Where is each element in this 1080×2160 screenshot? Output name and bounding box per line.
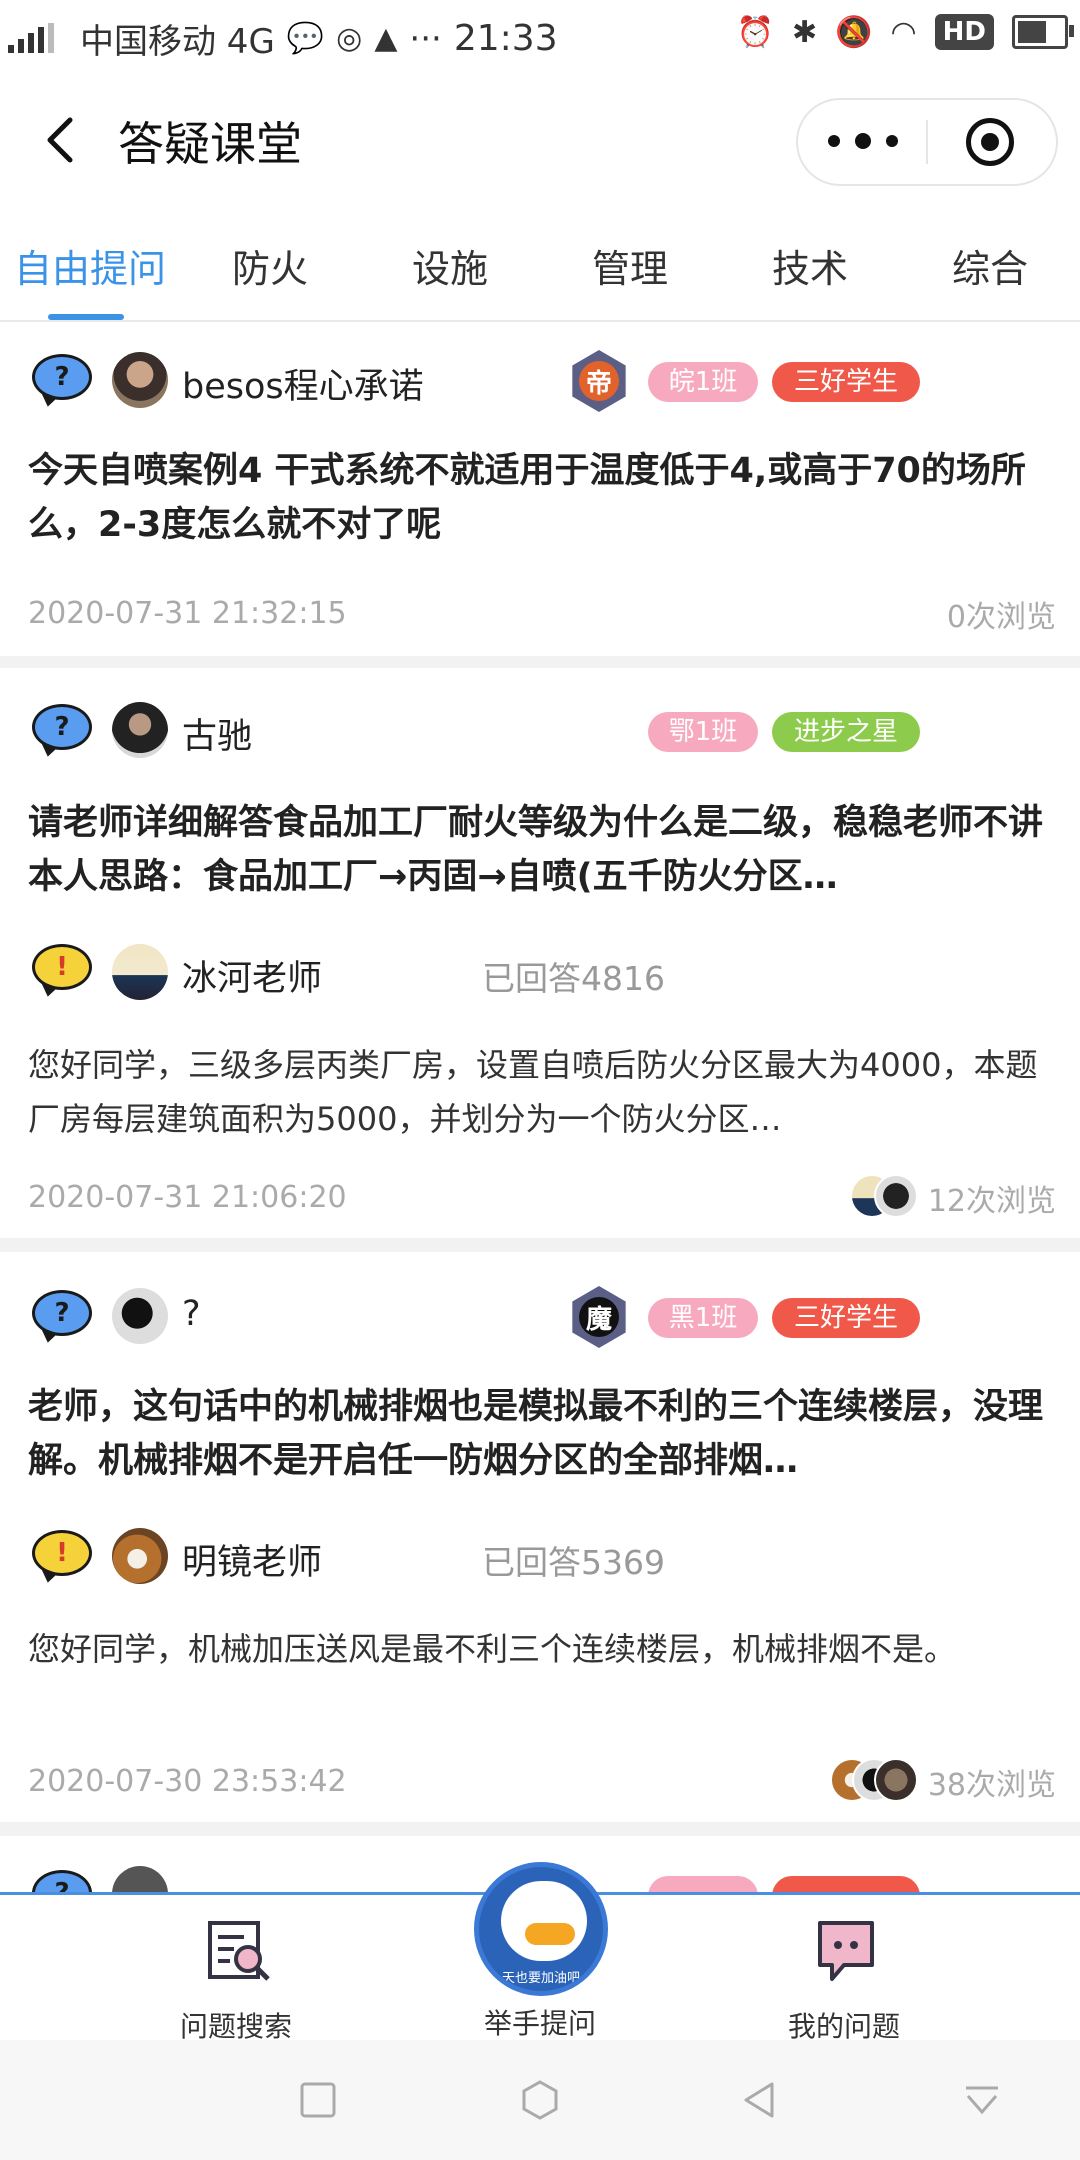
- post-date: 2020-07-30 23:53:42: [28, 1764, 347, 1799]
- wifi-icon: ◠: [890, 14, 917, 50]
- answered-count: 已回答5369: [482, 1543, 665, 1582]
- battery-icon: [1012, 15, 1074, 49]
- teacher-name[interactable]: 冰河老师: [182, 950, 322, 1001]
- post-date: 2020-07-31 21:06:20: [28, 1180, 347, 1215]
- class-tag: 黑1班: [648, 1298, 758, 1338]
- avatar[interactable]: [112, 352, 168, 408]
- home-icon[interactable]: [518, 2078, 562, 2122]
- chat-bubble-icon: [818, 1921, 874, 1981]
- answered-count: 已回答4816: [482, 959, 665, 998]
- page-title: 答疑课堂: [118, 117, 302, 171]
- question-icon: ?: [32, 354, 94, 409]
- view-count: 38次浏览: [927, 1768, 1056, 1803]
- honor-tag: 三好学生: [772, 1298, 920, 1338]
- asker-name[interactable]: 古驰: [182, 708, 252, 759]
- question-card[interactable]: ? 古驰 鄂1班 进步之星 请老师详细解答食品加工厂耐火等级为什么是二级，稳稳老…: [0, 668, 1080, 1238]
- signal-icon: [8, 21, 68, 57]
- status-bar: 中国移动 4G 💬 ◎ ▲ ··· 21:33 ⏰ ✱ 🔕 ◠ HD: [0, 0, 1080, 72]
- answer-text[interactable]: 您好同学，机械加压送风是最不利三个连续楼层，机械排烟不是。: [28, 1622, 1052, 1676]
- answer-text[interactable]: 您好同学，三级多层丙类厂房，设置自喷后防火分区最大为4000，本题厂房每层建筑面…: [28, 1038, 1052, 1146]
- viewer-avatar: [874, 1758, 918, 1802]
- medal-badge: 魔: [564, 1282, 634, 1352]
- qq-icon: ▲: [374, 21, 398, 56]
- tab-technology[interactable]: 技术: [772, 238, 848, 293]
- miniprogram-capsule: [796, 98, 1058, 186]
- back-icon[interactable]: [738, 2078, 782, 2122]
- duck-avatar-icon: [501, 1881, 587, 1961]
- tab-fire-prevention[interactable]: 防火: [232, 238, 308, 293]
- question-icon: ?: [32, 704, 94, 759]
- status-time: 21:33: [453, 18, 558, 59]
- wechat-icon: ◎: [336, 21, 363, 56]
- category-tabs: 自由提问 防火 设施 管理 技术 综合: [0, 208, 1080, 322]
- tab-free-question[interactable]: 自由提问: [14, 238, 166, 293]
- question-text[interactable]: 请老师详细解答食品加工厂耐火等级为什么是二级，稳稳老师不讲 本人思路：食品加工厂…: [28, 796, 1052, 904]
- recent-apps-icon[interactable]: [296, 2078, 340, 2122]
- view-count: 12次浏览: [927, 1184, 1056, 1219]
- tab-management[interactable]: 管理: [592, 238, 668, 293]
- avatar[interactable]: [112, 702, 168, 758]
- teacher-name[interactable]: 明镜老师: [182, 1534, 322, 1585]
- nav-label: 问题搜索: [179, 2010, 292, 2043]
- answer-icon: !: [32, 1530, 94, 1585]
- post-date: 2020-07-31 21:32:15: [28, 596, 347, 631]
- honor-tag: 进步之星: [772, 712, 920, 752]
- teacher-avatar[interactable]: [112, 1528, 168, 1584]
- answer-icon: !: [32, 944, 94, 999]
- question-card[interactable]: ? ? 魔 黑1班 三好学生 老师，这句话中的机械排烟也是模拟最不利的三个连续楼…: [0, 1252, 1080, 1822]
- message-icon: 💬: [286, 21, 325, 56]
- medal-badge: 帝: [564, 346, 634, 416]
- system-navigation-bar: [0, 2040, 1080, 2160]
- question-card[interactable]: ? besos程心承诺 帝 皖1班 三好学生 今天自喷案例4 干式系统不就适用于…: [0, 322, 1080, 656]
- asker-name[interactable]: besos程心承诺: [182, 358, 424, 409]
- alarm-icon: ⏰: [736, 14, 774, 50]
- tab-facilities[interactable]: 设施: [412, 238, 488, 293]
- question-text[interactable]: 今天自喷案例4 干式系统不就适用于温度低于4,或高于70的场所么，2-3度怎么就…: [28, 444, 1052, 552]
- nav-label: 举手提问: [483, 2007, 596, 2040]
- teacher-avatar[interactable]: [112, 944, 168, 1000]
- tab-comprehensive[interactable]: 综合: [952, 238, 1028, 293]
- title-bar: 答疑课堂: [0, 72, 1080, 208]
- more-notifications-icon: ···: [409, 18, 442, 59]
- search-document-icon: [208, 1921, 270, 1981]
- hd-badge: HD: [934, 14, 994, 50]
- active-tab-indicator: [48, 314, 124, 320]
- asker-name[interactable]: ?: [182, 1294, 201, 1334]
- class-tag: 鄂1班: [648, 712, 758, 752]
- back-arrow-icon[interactable]: [36, 112, 92, 168]
- viewer-avatar: [874, 1174, 918, 1218]
- raise-hand-ask-button[interactable]: 天也要加油吧: [474, 1862, 608, 1996]
- view-count: 0次浏览: [946, 600, 1056, 635]
- close-miniprogram-icon[interactable]: [966, 118, 1014, 166]
- mute-icon: 🔕: [835, 14, 873, 50]
- class-tag: 皖1班: [648, 362, 758, 402]
- question-icon: ?: [32, 1290, 94, 1345]
- question-text[interactable]: 老师，这句话中的机械排烟也是模拟最不利的三个连续楼层，没理解。机械排烟不是开启任…: [28, 1380, 1052, 1488]
- avatar[interactable]: [112, 1288, 168, 1344]
- bluetooth-icon: ✱: [791, 14, 818, 50]
- nav-label: 我的问题: [787, 2010, 900, 2043]
- ask-avatar-caption: 天也要加油吧: [501, 1971, 580, 1986]
- honor-tag: 三好学生: [772, 362, 920, 402]
- more-options-icon[interactable]: [828, 126, 898, 156]
- capsule-divider: [926, 120, 928, 164]
- notification-shade-icon[interactable]: [960, 2078, 1004, 2122]
- carrier-label: 中国移动 4G: [80, 22, 275, 62]
